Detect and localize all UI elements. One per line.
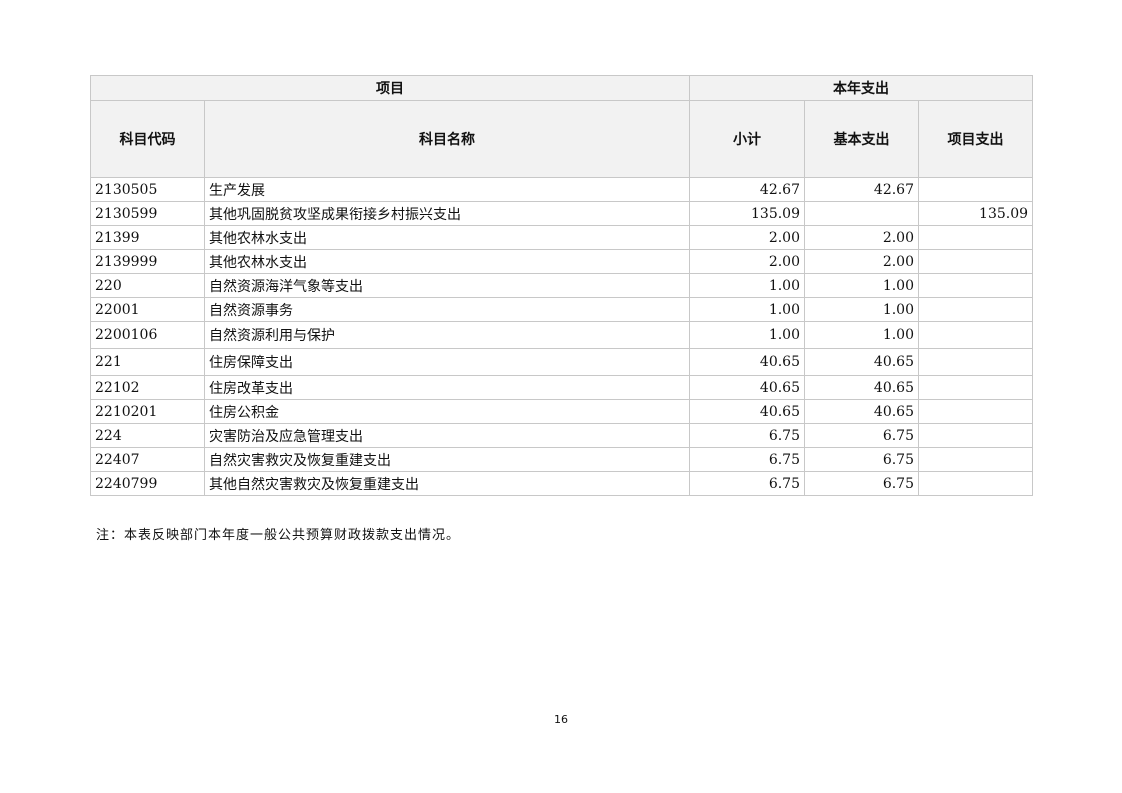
cell-project xyxy=(917,273,1034,298)
cell-code: 22001 xyxy=(90,297,205,322)
cell-basic: 1.00 xyxy=(804,321,919,349)
cell-basic: 6.75 xyxy=(804,447,919,472)
header-code: 科目代码 xyxy=(90,100,205,178)
cell-name: 其他农林水支出 xyxy=(204,225,690,250)
cell-subtotal: 40.65 xyxy=(689,399,805,424)
cell-name: 自然灾害救灾及恢复重建支出 xyxy=(204,447,690,472)
page-number: 16 xyxy=(554,713,568,726)
cell-code: 2139999 xyxy=(90,249,205,274)
cell-subtotal: 42.67 xyxy=(689,177,805,202)
cell-project xyxy=(917,321,1034,349)
header-row-group: 项目 本年支出 xyxy=(90,75,1034,101)
cell-subtotal: 2.00 xyxy=(689,249,805,274)
cell-name: 住房改革支出 xyxy=(204,375,690,400)
table-row: 2130599 其他巩固脱贫攻坚成果衔接乡村振兴支出 135.09 135.09 xyxy=(90,201,1034,226)
cell-code: 224 xyxy=(90,423,205,448)
header-item-group: 项目 xyxy=(90,75,690,101)
cell-name: 其他自然灾害救灾及恢复重建支出 xyxy=(204,471,690,496)
cell-code: 22407 xyxy=(90,447,205,472)
cell-subtotal: 6.75 xyxy=(689,423,805,448)
cell-project xyxy=(917,348,1034,376)
cell-code: 221 xyxy=(90,348,205,376)
cell-name: 生产发展 xyxy=(204,177,690,202)
table-row: 22001 自然资源事务 1.00 1.00 xyxy=(90,297,1034,322)
cell-project xyxy=(917,249,1034,274)
cell-name: 住房公积金 xyxy=(204,399,690,424)
table-row: 22102 住房改革支出 40.65 40.65 xyxy=(90,375,1034,400)
header-name: 科目名称 xyxy=(204,100,690,178)
cell-code: 2210201 xyxy=(90,399,205,424)
table-row: 21399 其他农林水支出 2.00 2.00 xyxy=(90,225,1034,250)
table-row: 2210201 住房公积金 40.65 40.65 xyxy=(90,399,1034,424)
cell-name: 住房保障支出 xyxy=(204,348,690,376)
table-row: 224 灾害防治及应急管理支出 6.75 6.75 xyxy=(90,423,1034,448)
cell-project xyxy=(917,297,1034,322)
cell-project xyxy=(917,447,1034,472)
table-row: 2130505 生产发展 42.67 42.67 xyxy=(90,177,1034,202)
cell-basic: 6.75 xyxy=(804,423,919,448)
cell-basic: 2.00 xyxy=(804,225,919,250)
header-basic: 基本支出 xyxy=(804,100,919,178)
cell-subtotal: 1.00 xyxy=(689,321,805,349)
cell-code: 2240799 xyxy=(90,471,205,496)
header-row-columns: 科目代码 科目名称 小计 基本支出 项目支出 xyxy=(90,100,1034,178)
cell-subtotal: 6.75 xyxy=(689,471,805,496)
table-row: 2139999 其他农林水支出 2.00 2.00 xyxy=(90,249,1034,274)
table-row: 221 住房保障支出 40.65 40.65 xyxy=(90,348,1034,376)
table-row: 220 自然资源海洋气象等支出 1.00 1.00 xyxy=(90,273,1034,298)
cell-basic: 40.65 xyxy=(804,348,919,376)
header-expense-group: 本年支出 xyxy=(688,75,1034,101)
expenditure-table: 项目 本年支出 科目代码 科目名称 小计 基本支出 项目支出 2130505 生… xyxy=(90,75,1034,496)
cell-basic: 40.65 xyxy=(804,399,919,424)
header-project: 项目支出 xyxy=(917,100,1034,178)
cell-project xyxy=(917,177,1034,202)
cell-subtotal: 40.65 xyxy=(689,348,805,376)
cell-name: 灾害防治及应急管理支出 xyxy=(204,423,690,448)
cell-basic: 40.65 xyxy=(804,375,919,400)
cell-code: 2130505 xyxy=(90,177,205,202)
table-row: 2240799 其他自然灾害救灾及恢复重建支出 6.75 6.75 xyxy=(90,471,1034,496)
cell-subtotal: 1.00 xyxy=(689,273,805,298)
cell-basic: 1.00 xyxy=(804,297,919,322)
cell-project xyxy=(917,423,1034,448)
cell-project xyxy=(917,225,1034,250)
cell-project xyxy=(917,375,1034,400)
cell-subtotal: 135.09 xyxy=(689,201,805,226)
cell-subtotal: 1.00 xyxy=(689,297,805,322)
cell-name: 其他巩固脱贫攻坚成果衔接乡村振兴支出 xyxy=(204,201,690,226)
table-footnote: 注：本表反映部门本年度一般公共预算财政拨款支出情况。 xyxy=(96,528,461,543)
cell-name: 自然资源利用与保护 xyxy=(204,321,690,349)
cell-basic: 42.67 xyxy=(804,177,919,202)
cell-code: 22102 xyxy=(90,375,205,400)
cell-code: 2130599 xyxy=(90,201,205,226)
cell-code: 2200106 xyxy=(90,321,205,349)
cell-subtotal: 6.75 xyxy=(689,447,805,472)
cell-name: 自然资源海洋气象等支出 xyxy=(204,273,690,298)
cell-code: 21399 xyxy=(90,225,205,250)
cell-basic: 1.00 xyxy=(804,273,919,298)
cell-subtotal: 40.65 xyxy=(689,375,805,400)
cell-basic xyxy=(804,201,919,226)
cell-name: 自然资源事务 xyxy=(204,297,690,322)
table-row: 22407 自然灾害救灾及恢复重建支出 6.75 6.75 xyxy=(90,447,1034,472)
cell-project: 135.09 xyxy=(917,201,1034,226)
cell-project xyxy=(917,399,1034,424)
cell-code: 220 xyxy=(90,273,205,298)
cell-project xyxy=(917,471,1034,496)
cell-subtotal: 2.00 xyxy=(689,225,805,250)
header-subtotal: 小计 xyxy=(689,100,805,178)
cell-basic: 6.75 xyxy=(804,471,919,496)
table-row: 2200106 自然资源利用与保护 1.00 1.00 xyxy=(90,321,1034,349)
cell-name: 其他农林水支出 xyxy=(204,249,690,274)
cell-basic: 2.00 xyxy=(804,249,919,274)
